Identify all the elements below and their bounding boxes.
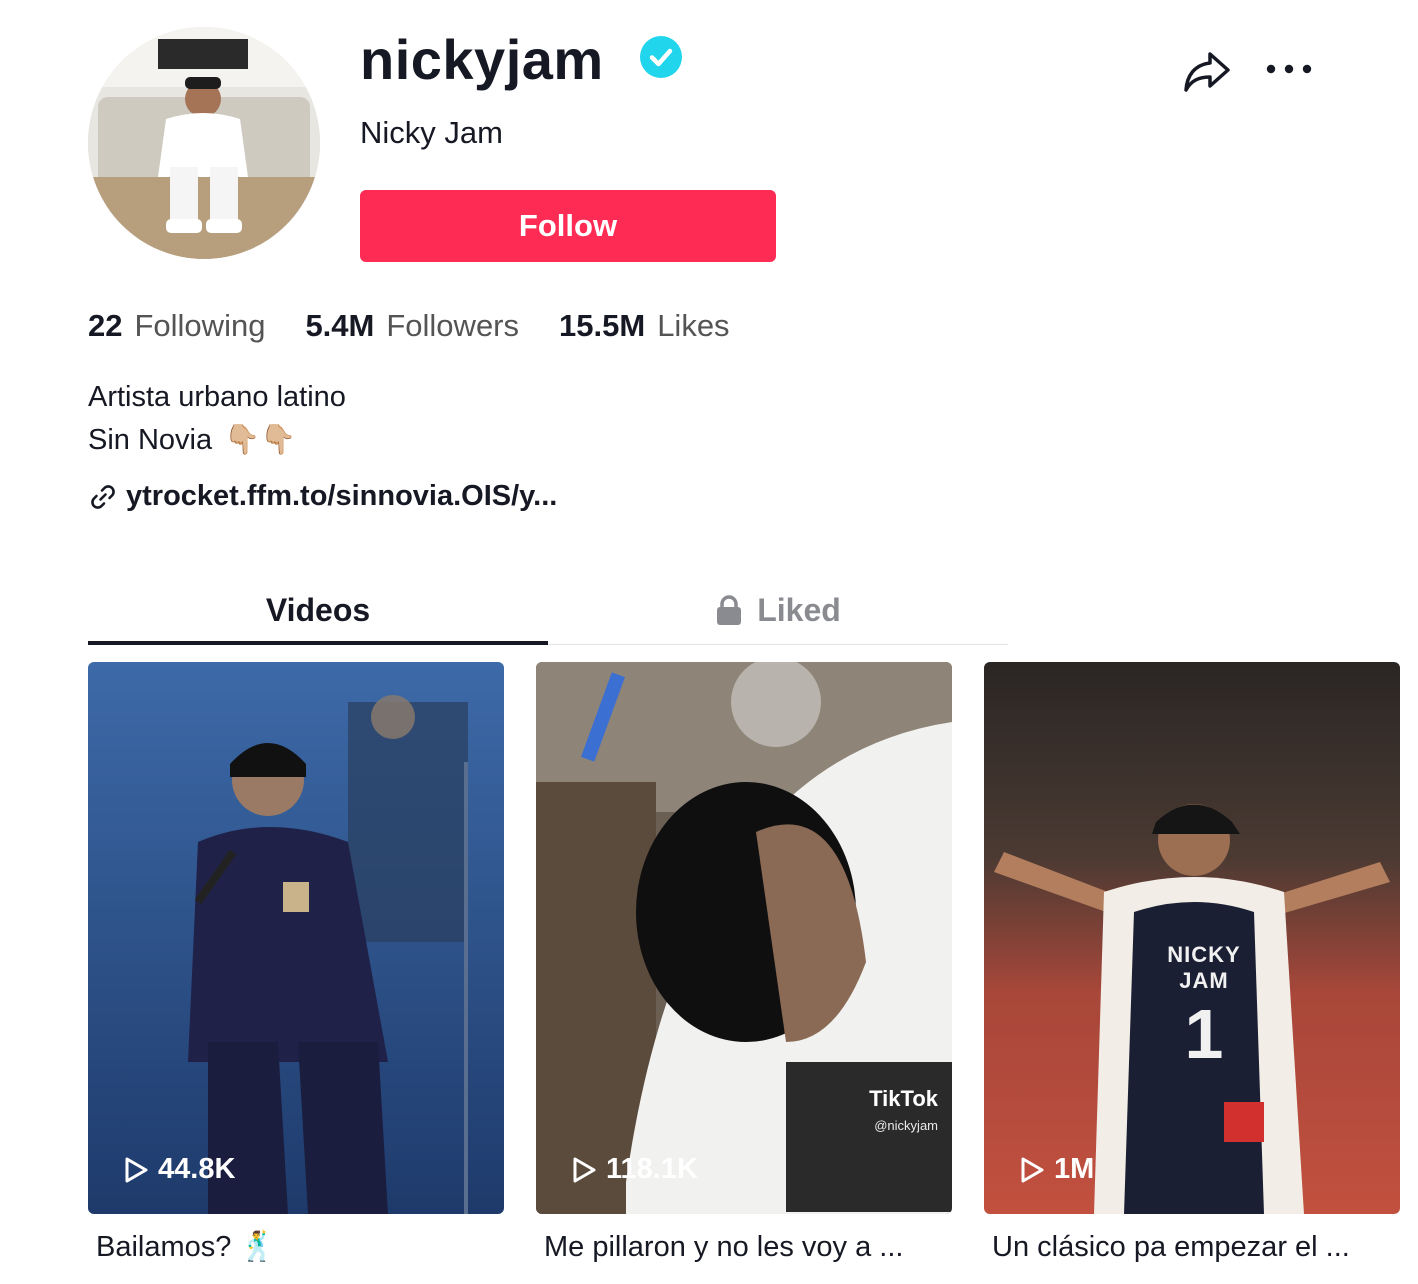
follow-button[interactable]: Follow xyxy=(360,190,776,262)
profile-stats: 22 Following 5.4M Followers 15.5M Likes xyxy=(88,308,770,344)
jersey-number: 1 xyxy=(1184,995,1224,1073)
display-name: Nicky Jam xyxy=(360,115,503,150)
play-icon xyxy=(1021,1157,1044,1182)
jersey-print: NICKY JAM 1 xyxy=(1144,942,1264,1074)
video-thumbnail xyxy=(88,662,504,1214)
link-text: ytrocket.ffm.to/sinnovia.OIS/y... xyxy=(126,480,558,512)
stat-value: 5.4M xyxy=(305,308,375,343)
tab-videos[interactable]: Videos xyxy=(88,575,548,645)
bio-line: Artista urbano latino xyxy=(88,381,346,413)
tab-divider xyxy=(548,644,1008,645)
lock-icon xyxy=(717,595,742,625)
share-icon[interactable] xyxy=(1182,48,1232,94)
username: nickyjam xyxy=(360,28,604,91)
tab-label: Videos xyxy=(265,591,371,628)
stat-followers[interactable]: 5.4M Followers xyxy=(305,308,519,344)
bio-emoji: 👇🏼👇🏼 xyxy=(224,424,297,456)
watermark-handle: @nickyjam xyxy=(874,1118,938,1133)
view-count-text: 118.1K xyxy=(606,1153,698,1185)
video-thumbnail xyxy=(984,662,1400,1214)
video-caption[interactable]: Un clásico pa empezar el ... xyxy=(992,1228,1408,1266)
profile-link[interactable]: ytrocket.ffm.to/sinnovia.OIS/y... xyxy=(88,480,557,513)
view-count: 1M xyxy=(1018,1153,1094,1186)
stat-label: Following xyxy=(134,308,266,343)
stat-label: Likes xyxy=(657,308,730,343)
stat-label: Followers xyxy=(386,308,520,343)
tab-liked[interactable]: Liked xyxy=(548,575,1008,645)
tab-label: Liked xyxy=(757,591,841,628)
verified-badge-icon xyxy=(640,36,682,78)
avatar-image xyxy=(88,27,320,259)
play-icon xyxy=(125,1157,148,1182)
video-caption[interactable]: Me pillaron y no les voy a ... xyxy=(544,1228,960,1266)
watermark-brand: TikTok xyxy=(869,1086,938,1111)
link-icon xyxy=(91,484,115,509)
avatar[interactable] xyxy=(88,27,320,259)
video-card[interactable]: TikTok @nickyjam 118.1K xyxy=(536,662,952,1214)
view-count: 44.8K xyxy=(122,1153,235,1186)
stat-value: 15.5M xyxy=(559,308,646,343)
view-count-text: 44.8K xyxy=(158,1153,236,1185)
view-count-text: 1M xyxy=(1054,1153,1095,1185)
stat-following[interactable]: 22 Following xyxy=(88,308,265,344)
jersey-name: NICKY JAM xyxy=(1167,942,1241,993)
tab-active-indicator xyxy=(88,641,548,645)
tiktok-watermark: TikTok @nickyjam xyxy=(869,1086,938,1133)
video-card[interactable]: NICKY JAM 1 1M xyxy=(984,662,1400,1214)
more-icon[interactable] xyxy=(1266,59,1312,79)
video-caption[interactable]: Bailamos? 🕺 xyxy=(96,1228,512,1266)
view-count: 118.1K xyxy=(570,1153,698,1186)
bio-line: Sin Novia 👇🏼👇🏼 xyxy=(88,421,296,459)
stat-likes: 15.5M Likes xyxy=(559,308,730,344)
play-icon xyxy=(573,1157,596,1182)
video-card[interactable]: 44.8K xyxy=(88,662,504,1214)
bio-text: Sin Novia xyxy=(88,424,213,456)
stat-value: 22 xyxy=(88,308,123,343)
